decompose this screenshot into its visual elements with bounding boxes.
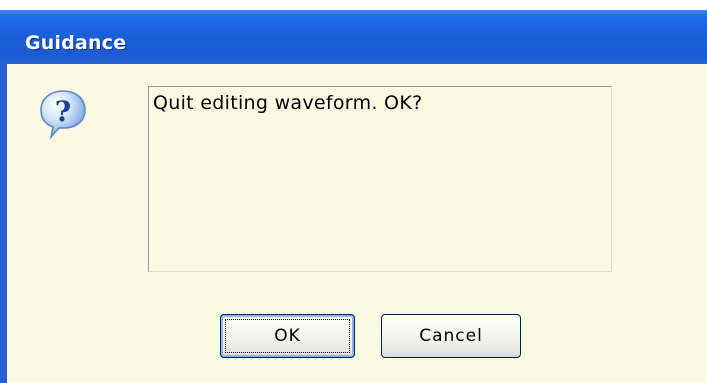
dialog-title: Guidance: [25, 32, 127, 54]
cancel-button-label: Cancel: [419, 326, 483, 346]
dialog-body: ? Quit editing waveform. OK? OK Cancel: [7, 64, 707, 383]
guidance-dialog: Guidance ? Quit editing waveform. OK? OK…: [0, 0, 707, 383]
question-icon: ?: [40, 90, 86, 140]
cancel-button[interactable]: Cancel: [381, 314, 521, 358]
ok-button[interactable]: OK: [220, 314, 355, 358]
svg-text:?: ?: [55, 95, 71, 128]
message-text: Quit editing waveform. OK?: [148, 86, 612, 272]
top-edge: [0, 0, 707, 10]
ok-button-label: OK: [274, 326, 301, 346]
